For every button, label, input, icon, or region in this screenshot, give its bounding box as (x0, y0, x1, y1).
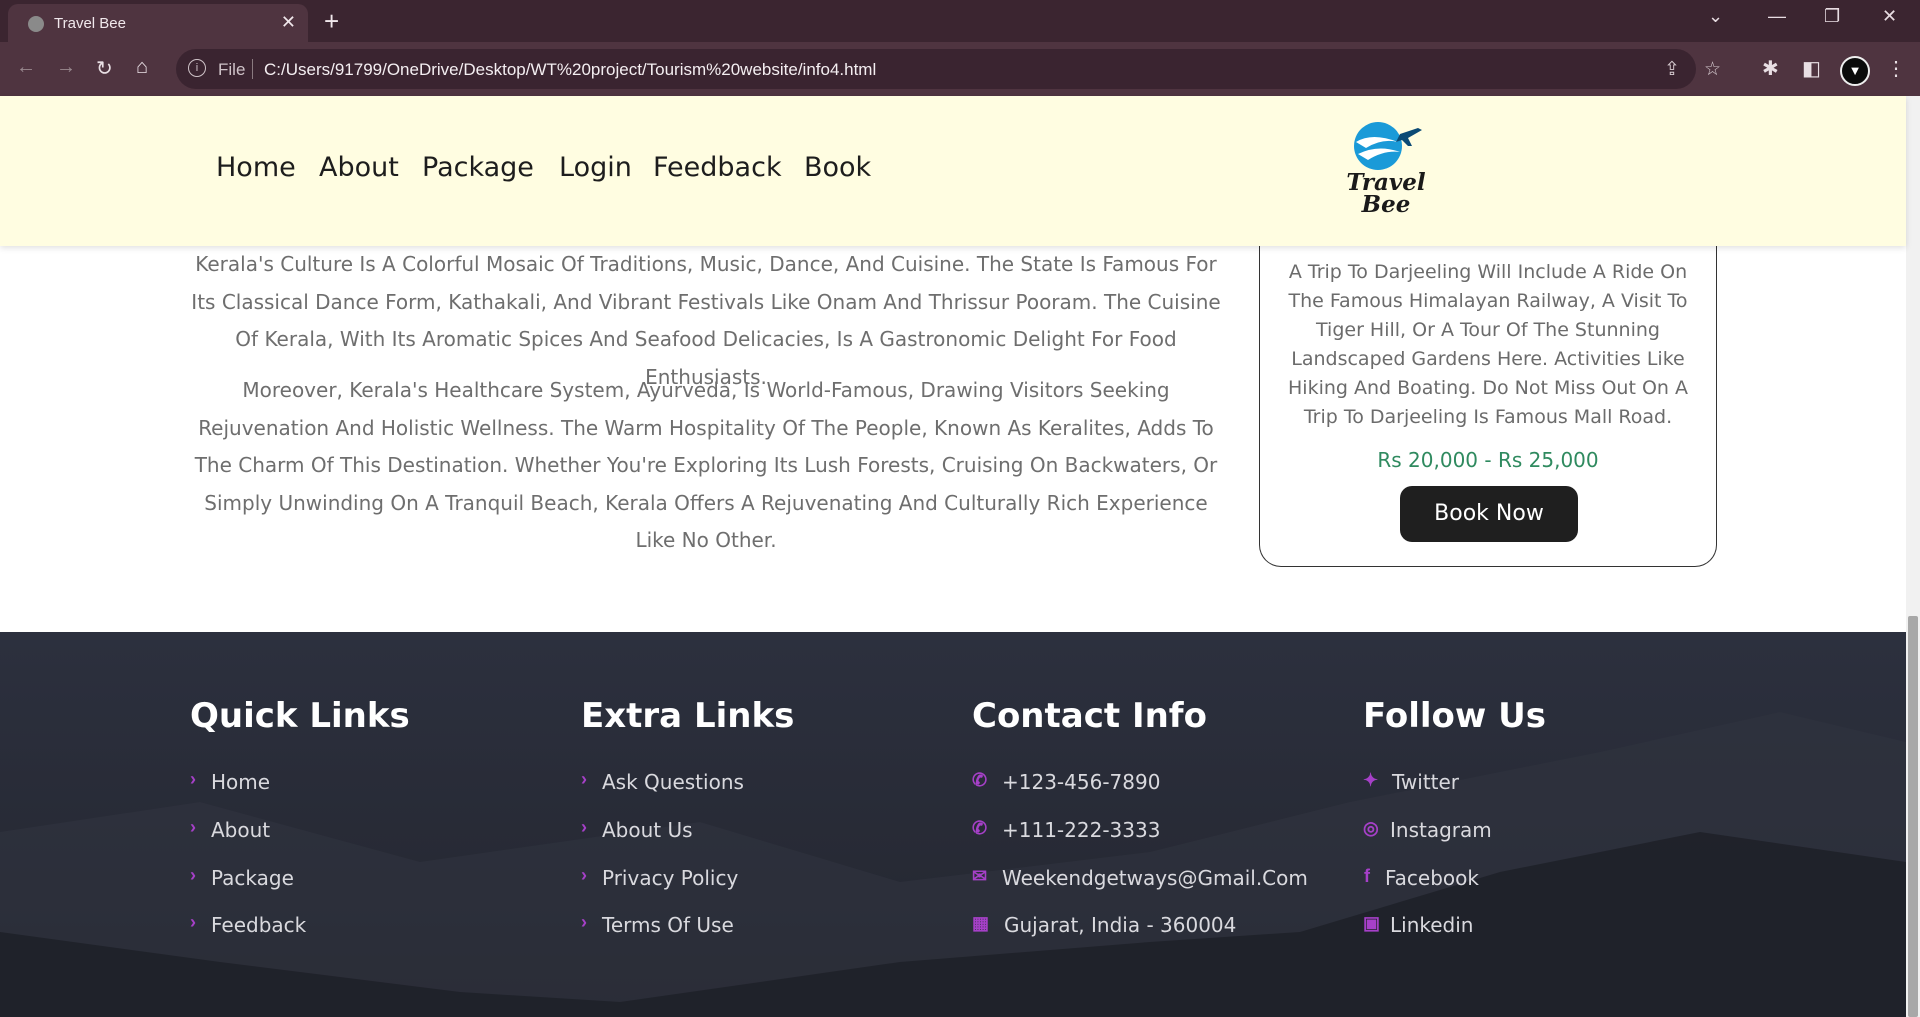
footer-link-ask-questions[interactable]: Ask Questions (602, 770, 744, 794)
social-twitter[interactable]: Twitter (1392, 770, 1459, 794)
chevron-right-icon: › (581, 769, 587, 789)
logo-text: Travel Bee (1346, 169, 1426, 218)
nav-about[interactable]: About (319, 152, 399, 183)
chevron-down-icon[interactable]: ⌄ (1708, 6, 1723, 27)
chevron-right-icon: › (581, 865, 587, 885)
nav-home[interactable]: Home (216, 152, 296, 183)
address-bar[interactable]: i File C:/Users/91799/OneDrive/Desktop/W… (176, 49, 1721, 89)
footer-link-privacy-policy[interactable]: Privacy Policy (602, 866, 738, 890)
social-instagram[interactable]: Instagram (1390, 818, 1492, 842)
linkedin-icon: ▣ (1363, 913, 1381, 933)
site-footer: Quick Links › Home › About › Package › F… (0, 632, 1906, 1017)
file-label: File (218, 60, 246, 79)
kebab-icon[interactable]: ⋮ (1886, 56, 1906, 81)
close-icon[interactable]: ✕ (281, 12, 296, 33)
info-icon[interactable]: i (188, 59, 206, 77)
follow-us-title: Follow Us (1363, 696, 1546, 736)
book-now-button[interactable]: Book Now (1400, 486, 1578, 542)
footer-link-package[interactable]: Package (211, 866, 294, 890)
wellness-paragraph: Moreover, Kerala's Healthcare System, Ay… (194, 378, 1218, 552)
scrollbar-thumb[interactable] (1908, 616, 1918, 1017)
footer-link-about-us[interactable]: About Us (602, 818, 693, 842)
chevron-right-icon: › (190, 912, 196, 932)
footer-link-feedback[interactable]: Feedback (211, 913, 306, 937)
browser-toolbar: ← → ↻ ⌂ i File C:/Users/91799/OneDrive/D… (0, 42, 1920, 96)
browser-tab-bar: Travel Bee ✕ + ⌄ — ❐ ✕ (0, 0, 1920, 42)
browser-tab[interactable]: Travel Bee ✕ (8, 4, 308, 42)
tab-title: Travel Bee (54, 15, 126, 32)
forward-icon[interactable]: → (56, 56, 76, 79)
phone-icon: ✆ (972, 818, 988, 838)
quick-links-title: Quick Links (190, 696, 410, 736)
separator (252, 59, 253, 79)
footer-link-home[interactable]: Home (211, 770, 270, 794)
puzzle-icon[interactable]: ✱ (1762, 56, 1779, 81)
globe-icon (28, 16, 44, 32)
facebook-icon: f (1364, 866, 1370, 886)
instagram-icon: ◎ (1363, 818, 1379, 838)
nav-feedback[interactable]: Feedback (653, 152, 782, 183)
social-facebook[interactable]: Facebook (1385, 866, 1479, 890)
sidebar-icon[interactable]: ◧ (1802, 56, 1821, 81)
map-icon: ▦ (972, 913, 990, 933)
card-description: A Trip To Darjeeling Will Include A Ride… (1288, 261, 1688, 428)
chevron-right-icon: › (581, 817, 587, 837)
contact-info-title: Contact Info (972, 696, 1207, 736)
star-icon[interactable]: ☆ (1704, 58, 1721, 81)
window-close-icon[interactable]: ✕ (1882, 6, 1897, 27)
nav-book[interactable]: Book (804, 152, 871, 183)
nav-login[interactable]: Login (559, 152, 632, 183)
chevron-right-icon: › (581, 912, 587, 932)
contact-phone-1[interactable]: +123-456-7890 (1002, 770, 1160, 794)
share-icon[interactable]: ⇪ (1664, 58, 1680, 81)
card-price: Rs 20,000 - Rs 25,000 (1377, 448, 1599, 472)
reload-icon[interactable]: ↻ (96, 56, 113, 81)
mail-icon: ✉ (972, 866, 988, 886)
phone-icon: ✆ (972, 770, 988, 790)
twitter-icon: ✦ (1363, 770, 1379, 790)
back-icon[interactable]: ← (16, 56, 36, 79)
chevron-right-icon: › (190, 769, 196, 789)
contact-email[interactable]: Weekendgetways@Gmail.Com (1002, 866, 1308, 890)
mountains-backdrop (0, 712, 1906, 1017)
social-linkedin[interactable]: Linkedin (1390, 913, 1473, 937)
extra-links-title: Extra Links (581, 696, 795, 736)
nav-package[interactable]: Package (422, 152, 534, 183)
restore-icon[interactable]: ❐ (1824, 6, 1840, 27)
minimize-icon[interactable]: — (1768, 6, 1786, 27)
home-icon[interactable]: ⌂ (136, 56, 148, 79)
contact-phone-2[interactable]: +111-222-3333 (1002, 818, 1160, 842)
plus-icon[interactable]: + (324, 6, 339, 37)
footer-link-about[interactable]: About (211, 818, 270, 842)
profile-icon[interactable]: ▼ (1840, 56, 1870, 86)
chevron-right-icon: › (190, 817, 196, 837)
footer-link-terms[interactable]: Terms Of Use (602, 913, 734, 937)
chevron-right-icon: › (190, 865, 196, 885)
url-text[interactable]: C:/Users/91799/OneDrive/Desktop/WT%20pro… (264, 60, 876, 80)
site-header: Home About Package Login Feedback Book T… (0, 96, 1906, 246)
contact-address[interactable]: Gujarat, India - 360004 (1004, 913, 1236, 937)
